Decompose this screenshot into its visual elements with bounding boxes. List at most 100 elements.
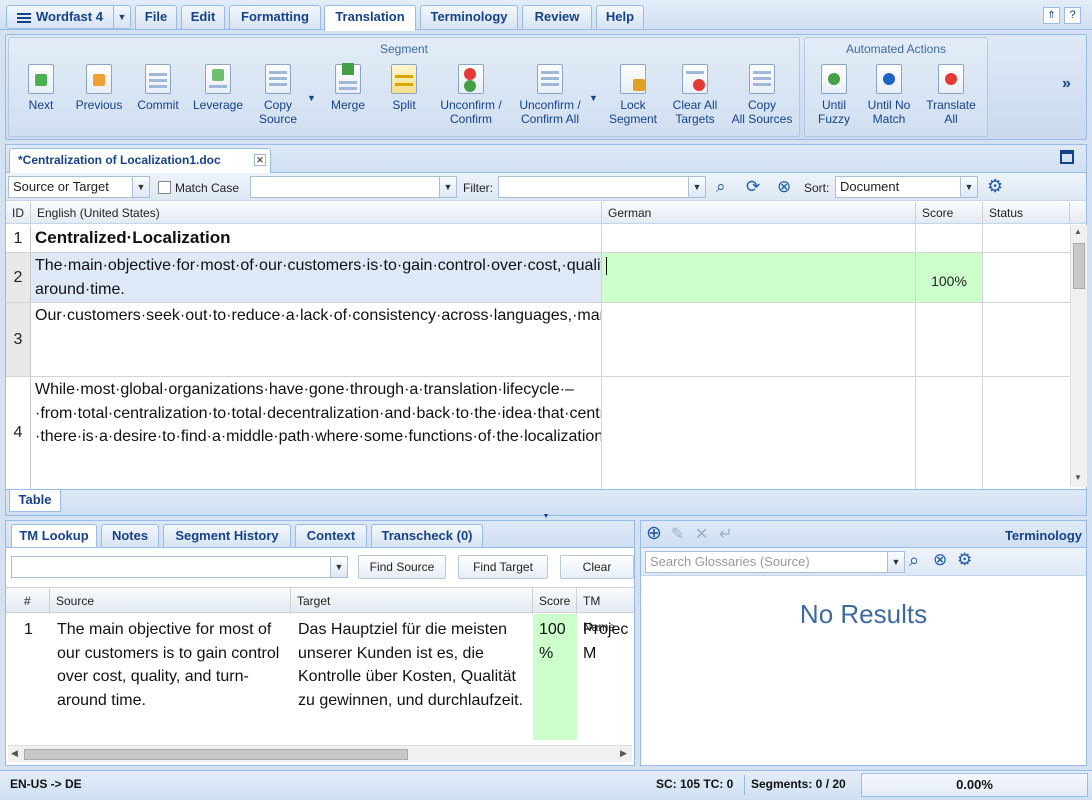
previous-icon [86, 64, 112, 94]
insert-term-icon[interactable]: ↵ [719, 524, 732, 544]
scope-select[interactable]: Source or Target ▼ [8, 176, 150, 198]
ribbon-overflow-icon[interactable]: » [1062, 75, 1071, 93]
segment-score [916, 303, 983, 376]
settings-gear-icon[interactable]: ⚙ [957, 550, 972, 570]
tab-file[interactable]: File [135, 5, 177, 29]
until-fuzzy-button[interactable]: Until Fuzzy [813, 64, 855, 126]
filter-combo[interactable]: ▼ [498, 176, 706, 198]
segment-row-3[interactable]: 3 Our·customers·seek·out·to·reduce·a·lac… [6, 303, 1070, 377]
tab-help[interactable]: Help [596, 5, 644, 29]
glossary-search-input[interactable]: Search Glossaries (Source) ▼ [645, 551, 905, 573]
tab-segment-history[interactable]: Segment History [163, 524, 291, 547]
tab-edit[interactable]: Edit [181, 5, 225, 29]
tab-terminology[interactable]: Terminology [420, 5, 518, 29]
col-id[interactable]: ID [6, 202, 31, 224]
clear-all-targets-button[interactable]: Clear All Targets [669, 64, 721, 126]
segment-target[interactable] [602, 303, 916, 376]
commit-label: Commit [137, 98, 179, 112]
tm-horizontal-scrollbar[interactable]: ◀ ▶ [8, 745, 632, 762]
scroll-down-icon[interactable]: ▼ [1074, 473, 1082, 482]
tab-review[interactable]: Review [522, 5, 592, 29]
until-no-match-button[interactable]: Until No Match [863, 64, 915, 126]
splitter-handle-icon[interactable]: ▼ [536, 513, 556, 520]
match-case-checkbox[interactable] [158, 181, 171, 194]
merge-icon [335, 63, 361, 94]
segment-id: 4 [6, 377, 31, 489]
document-tab[interactable]: *Centralization of Localization1.doc ✕ [9, 148, 271, 173]
segment-target[interactable] [602, 225, 916, 252]
segment-row-2[interactable]: 2 The·main·objective·for·most·of·our·cus… [6, 253, 1070, 303]
settings-gear-icon[interactable]: ⚙ [987, 176, 1003, 197]
hamburger-icon [17, 12, 31, 23]
find-source-button[interactable]: Find Source [358, 555, 446, 579]
tm-col-score[interactable]: Score [533, 588, 577, 614]
clear-search-icon[interactable]: ⊗ [933, 550, 947, 570]
search-combo[interactable]: ▼ [250, 176, 457, 198]
commit-icon [145, 64, 171, 94]
help-icon[interactable]: ? [1064, 7, 1081, 24]
tab-notes[interactable]: Notes [101, 524, 159, 547]
scrollbar-thumb[interactable] [24, 749, 408, 760]
scroll-left-icon[interactable]: ◀ [11, 748, 18, 759]
scroll-up-icon[interactable]: ▲ [1074, 227, 1082, 236]
find-next-icon[interactable]: ⟳ [746, 177, 760, 197]
grid-scrollbar[interactable]: ▲ ▼ [1070, 225, 1087, 487]
clear-filter-icon[interactable]: ⊗ [777, 177, 791, 197]
col-source[interactable]: English (United States) [31, 202, 602, 224]
close-tab-icon[interactable]: ✕ [254, 154, 266, 166]
find-target-button[interactable]: Find Target [458, 555, 548, 579]
collapse-ribbon-icon[interactable]: ⇑ [1043, 7, 1060, 24]
edit-term-icon[interactable]: ✎ [671, 524, 684, 544]
tm-col-tm-name[interactable]: TM Name [577, 588, 634, 634]
col-score[interactable]: Score [916, 202, 983, 224]
sort-select[interactable]: Document ▼ [835, 176, 978, 198]
until-no-match-icon [876, 64, 902, 94]
translate-all-button[interactable]: Translate All [923, 64, 979, 126]
lock-segment-button[interactable]: Lock Segment [607, 64, 659, 126]
copy-source-dropdown-icon[interactable]: ▼ [307, 93, 316, 103]
unconfirm-confirm-all-button[interactable]: Unconfirm / Confirm All [513, 64, 587, 126]
copy-source-button[interactable]: Copy Source [255, 64, 301, 126]
copy-source-label-2: Source [258, 112, 298, 126]
delete-term-icon[interactable]: ✕ [695, 524, 708, 544]
add-term-icon[interactable]: ⊕ [646, 522, 662, 545]
col-status[interactable]: Status [983, 202, 1070, 224]
copy-all-sources-button[interactable]: Copy All Sources [727, 64, 797, 126]
table-view-tab[interactable]: Table [9, 490, 61, 512]
unconfirm-confirm-button[interactable]: Unconfirm / Confirm [435, 64, 507, 126]
leverage-button[interactable]: Leverage [189, 64, 247, 112]
tm-col-target[interactable]: Target [291, 588, 533, 614]
sort-value: Document [840, 179, 900, 194]
split-button[interactable]: Split [381, 64, 427, 112]
next-button[interactable]: Next [19, 64, 63, 112]
tab-tm-lookup[interactable]: TM Lookup [11, 524, 97, 547]
next-label: Next [28, 98, 54, 112]
clear-all-targets-label-2: Targets [675, 112, 715, 126]
segment-target-editor[interactable] [602, 253, 916, 302]
tab-formatting[interactable]: Formatting [229, 5, 321, 29]
search-icon[interactable]: ⌕ [909, 550, 919, 571]
commit-button[interactable]: Commit [133, 64, 183, 112]
tab-transcheck[interactable]: Transcheck (0) [371, 524, 483, 547]
tm-search-combo[interactable]: ▼ [11, 556, 348, 578]
tm-col-num[interactable]: # [6, 588, 50, 614]
app-menu-button[interactable]: Wordfast 4 ▼ [6, 5, 131, 29]
unconfirm-confirm-all-dropdown-icon[interactable]: ▼ [589, 93, 598, 103]
tm-result-row[interactable]: 1 The main objective for most of our cus… [6, 614, 634, 740]
tab-translation[interactable]: Translation [324, 5, 416, 31]
segment-row-4[interactable]: 4 While·most·global·organizations·have·g… [6, 377, 1070, 489]
search-icon[interactable]: ⌕ [716, 177, 726, 197]
tm-col-source[interactable]: Source [50, 588, 291, 614]
previous-button[interactable]: Previous [71, 64, 127, 112]
lock-segment-label-2: Segment [608, 112, 658, 126]
merge-button[interactable]: Merge [325, 63, 371, 112]
col-target[interactable]: German [602, 202, 916, 224]
chevron-down-icon[interactable]: ▼ [113, 6, 130, 28]
segment-target[interactable] [602, 377, 916, 489]
segment-row-1[interactable]: 1 Centralized·Localization [6, 225, 1070, 253]
scroll-right-icon[interactable]: ▶ [620, 748, 627, 759]
maximize-icon[interactable] [1060, 150, 1074, 164]
tab-context[interactable]: Context [295, 524, 367, 547]
clear-button[interactable]: Clear [560, 555, 634, 579]
scrollbar-thumb[interactable] [1073, 243, 1085, 289]
